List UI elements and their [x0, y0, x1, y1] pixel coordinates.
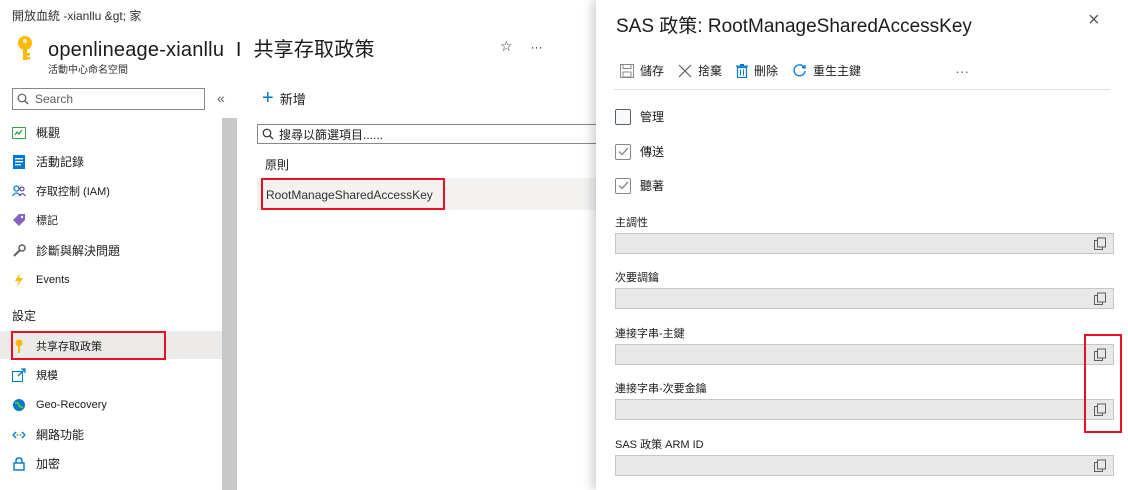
manage-label: 管理 — [640, 110, 665, 124]
sidebar-scrollbar[interactable] — [222, 118, 237, 490]
send-checkbox-row[interactable]: 傳送 — [615, 143, 664, 160]
filter-input[interactable]: 搜尋以篩選項目...... — [257, 124, 597, 144]
sas-policy-panel: SAS 政策: RootManageSharedAccessKey × 儲存 捨… — [596, 0, 1128, 490]
title-actions: ☆ ··· — [500, 38, 543, 55]
sidebar-search-placeholder: Search — [35, 92, 74, 106]
sidebar-item-activity-log[interactable]: 活動記錄 — [12, 153, 84, 170]
manage-checkbox[interactable] — [615, 108, 631, 125]
favorite-star-icon[interactable]: ☆ — [500, 38, 513, 55]
checkmark-icon — [618, 147, 628, 156]
sidebar-item-label: 規模 — [36, 370, 58, 382]
more-options-icon[interactable]: ··· — [531, 38, 543, 55]
listen-label: 聽著 — [640, 179, 665, 193]
tag-icon — [12, 213, 26, 227]
arm-id-label: SAS 政策 ARM ID — [615, 439, 704, 451]
listen-checkbox-row[interactable]: 聽著 — [615, 177, 664, 194]
send-checkbox[interactable] — [615, 143, 631, 160]
primary-connection-string-field[interactable] — [615, 344, 1114, 365]
key-icon — [18, 35, 32, 60]
column-header-policy[interactable]: 原則 — [265, 156, 289, 173]
primary-connection-string-label: 連接字串-主鍵 — [615, 328, 685, 340]
search-icon — [17, 93, 29, 105]
delete-label: 刪除 — [754, 64, 779, 78]
sidebar-item-overview[interactable]: 概觀 — [12, 124, 60, 141]
regenerate-label: 重生主鍵 — [813, 64, 862, 78]
activity-log-icon — [12, 154, 26, 169]
save-label: 儲存 — [640, 64, 665, 78]
sidebar-item-label: 加密 — [36, 457, 61, 471]
copy-icon[interactable] — [1093, 292, 1107, 306]
listen-checkbox[interactable] — [615, 177, 631, 194]
sidebar-search-input[interactable]: Search — [12, 88, 205, 110]
secondary-key-field[interactable] — [615, 288, 1114, 309]
breadcrumb[interactable]: 開放血統 -xianllu &gt; 家 — [12, 7, 141, 24]
wrench-icon — [12, 243, 26, 258]
lock-icon — [12, 456, 26, 471]
save-button[interactable]: 儲存 — [620, 62, 664, 79]
sidebar-item-encryption[interactable]: 加密 — [12, 455, 60, 472]
sidebar-item-diagnose[interactable]: 診斷與解決問題 — [12, 242, 120, 259]
regenerate-primary-key-button[interactable]: 重生主鍵 — [792, 62, 861, 79]
add-policy-button[interactable]: + 新增 — [262, 88, 306, 108]
sidebar-item-label: 診斷與解決問題 — [36, 244, 121, 258]
arm-id-field[interactable] — [615, 455, 1114, 476]
page-header: openlineage-xianllu I 共享存取政策 — [14, 33, 375, 62]
page-title: openlineage-xianllu I 共享存取政策 — [48, 39, 375, 61]
sidebar-item-label: 標記 — [36, 215, 58, 227]
sidebar-item-tags[interactable]: 標記 — [12, 212, 58, 228]
sidebar-item-geo-recovery[interactable]: Geo-Recovery — [12, 398, 107, 412]
trash-icon — [736, 63, 749, 78]
highlight-box-sidebar — [11, 331, 166, 360]
highlight-box-policy-row — [261, 178, 445, 210]
save-icon — [620, 63, 634, 78]
secondary-key-label: 次要調鑰 — [615, 272, 659, 284]
highlight-box-copy-buttons — [1084, 334, 1122, 433]
add-policy-label: 新增 — [279, 91, 306, 107]
checkmark-icon — [618, 181, 628, 190]
delete-button[interactable]: 刪除 — [736, 62, 778, 79]
sidebar-item-events[interactable]: Events — [12, 273, 70, 287]
discard-button[interactable]: 捨棄 — [678, 62, 722, 79]
sidebar-item-label: 存取控制 (IAM) — [36, 186, 110, 198]
overview-icon — [12, 126, 26, 140]
refresh-icon — [793, 64, 806, 77]
copy-icon[interactable] — [1093, 459, 1107, 473]
close-icon[interactable]: × — [1088, 9, 1100, 32]
search-icon — [262, 128, 274, 140]
send-label: 傳送 — [640, 145, 665, 159]
secondary-connection-string-field[interactable] — [615, 399, 1114, 420]
globe-icon — [12, 398, 26, 412]
plus-icon: + — [262, 87, 274, 109]
secondary-connection-string-label: 連接字串-次要金鑰 — [615, 383, 707, 395]
lightning-icon — [12, 273, 26, 287]
sidebar-item-networking[interactable]: 網路功能 — [12, 426, 84, 443]
sidebar-item-label: 網路功能 — [36, 428, 85, 442]
primary-key-label: 主調性 — [615, 217, 648, 229]
panel-toolbar: 儲存 捨棄 刪除 重生主鍵 ··· — [620, 62, 969, 79]
primary-key-field[interactable] — [615, 233, 1114, 254]
discard-label: 捨棄 — [698, 64, 723, 78]
sidebar-item-iam[interactable]: 存取控制 (IAM) — [12, 183, 110, 199]
more-options-icon[interactable]: ··· — [955, 63, 969, 79]
scale-icon — [12, 368, 26, 382]
page-subtitle: 活動中心命名空間 — [48, 65, 128, 76]
sidebar-item-label: Geo-Recovery — [36, 399, 107, 411]
toolbar-divider — [614, 89, 1110, 90]
sidebar-item-label: 活動記錄 — [36, 155, 85, 169]
sidebar-item-label: 概觀 — [36, 126, 61, 140]
sidebar-item-label: Events — [36, 274, 70, 286]
sidebar-item-scale[interactable]: 規模 — [12, 367, 58, 383]
sidebar-section-settings: 設定 — [12, 309, 37, 323]
network-icon — [12, 428, 26, 442]
panel-title: SAS 政策: RootManageSharedAccessKey — [616, 16, 972, 37]
discard-icon — [678, 64, 692, 77]
iam-icon — [12, 184, 26, 198]
copy-icon[interactable] — [1093, 237, 1107, 251]
filter-placeholder: 搜尋以篩選項目...... — [279, 127, 384, 142]
manage-checkbox-row[interactable]: 管理 — [615, 108, 664, 125]
collapse-sidebar-button[interactable]: « — [217, 90, 225, 106]
